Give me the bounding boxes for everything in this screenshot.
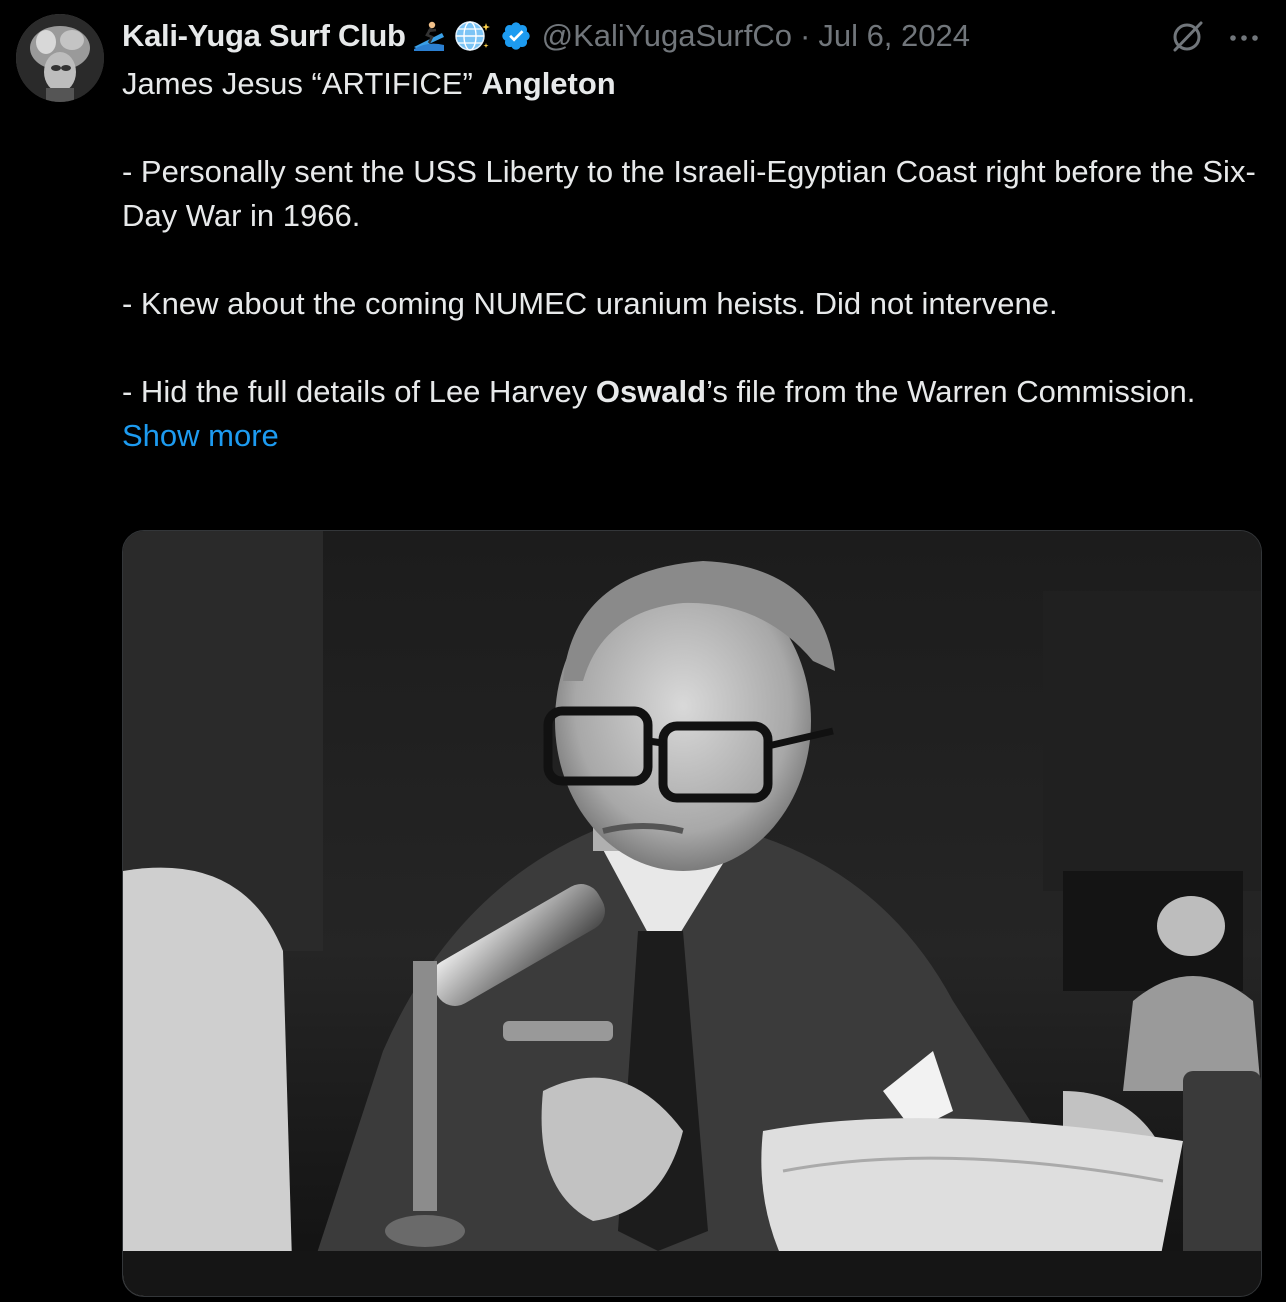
author-name[interactable]: Kali-Yuga Surf Club <box>122 18 406 54</box>
bullet-3-bold: Oswald <box>595 374 707 409</box>
bullet-3-post: ’s file from the Warren Commission. <box>706 374 1196 409</box>
tweet-date[interactable]: Jul 6, 2024 <box>818 18 970 54</box>
title-text: James Jesus “ARTIFICE” <box>122 66 482 101</box>
verified-badge-icon <box>500 20 532 52</box>
header-actions <box>1170 18 1260 54</box>
bullet-3: - Hid the full details of Lee Harvey Osw… <box>122 370 1262 414</box>
surfer-icon <box>412 21 446 51</box>
date-separator: · <box>800 18 811 53</box>
tweet-text: James Jesus “ARTIFICE” Angleton - Person… <box>122 62 1262 458</box>
tweet-header: Kali-Yuga Surf Club @KaliYugaSurfCo · Ju… <box>122 14 1266 58</box>
avatar-image <box>16 14 104 102</box>
tweet-media-photo[interactable] <box>122 530 1262 1297</box>
show-more-link[interactable]: Show more <box>122 418 279 453</box>
tweet-title-line: James Jesus “ARTIFICE” Angleton <box>122 62 1262 106</box>
avatar[interactable] <box>16 14 104 102</box>
grok-icon[interactable] <box>1170 18 1206 54</box>
bullet-1: - Personally sent the USS Liberty to the… <box>122 154 1256 233</box>
bullet-2: - Knew about the coming NUMEC uranium he… <box>122 286 1058 321</box>
bullet-3-pre: - Hid the full details of Lee Harvey <box>122 374 596 409</box>
title-bold-text: Angleton <box>481 66 616 101</box>
author-handle[interactable]: @KaliYugaSurfCo <box>542 18 792 54</box>
globe-icon <box>452 19 492 53</box>
more-icon[interactable] <box>1228 18 1260 54</box>
photo-image <box>123 531 1261 1296</box>
